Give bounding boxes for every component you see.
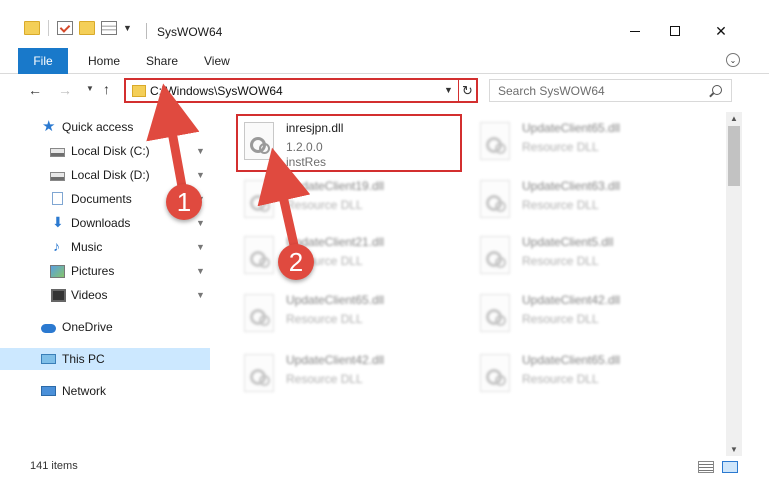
dll-file-icon (480, 122, 510, 160)
file-item[interactable]: UpdateClient42.dll Resource DLL (238, 346, 466, 402)
address-path[interactable]: C:\Windows\SysWOW64 (150, 84, 283, 98)
drive-icon (50, 148, 65, 157)
sidebar-item-local-disk-d[interactable]: Local Disk (D:) ▼ (0, 164, 210, 186)
customize-list-icon[interactable] (101, 21, 117, 35)
tab-share[interactable]: Share (146, 54, 178, 68)
scroll-down-icon[interactable]: ▼ (730, 445, 738, 454)
maximize-button[interactable] (652, 14, 698, 48)
drive-icon (50, 172, 65, 181)
dll-file-icon (244, 180, 274, 218)
sidebar-item-pictures[interactable]: Pictures ▼ (0, 260, 210, 282)
recent-locations-chevron-icon[interactable]: ▼ (86, 84, 94, 93)
vertical-scrollbar[interactable]: ▲ ▼ (726, 112, 742, 456)
properties-check-icon[interactable] (57, 21, 73, 35)
file-item[interactable]: UpdateClient19.dll Resource DLL (238, 172, 466, 228)
forward-button[interactable]: → (58, 82, 72, 98)
folder-icon (132, 85, 146, 97)
pin-icon: ▼ (196, 146, 205, 156)
back-button[interactable]: ← (28, 82, 42, 98)
dll-file-icon (244, 122, 274, 160)
large-icons-view-icon[interactable] (722, 461, 738, 473)
file-item[interactable]: UpdateClient63.dll Resource DLL (474, 172, 702, 228)
up-button[interactable]: ↑ (103, 81, 110, 97)
search-placeholder: Search SysWOW64 (498, 84, 605, 98)
dll-file-icon (244, 294, 274, 332)
dll-file-icon (244, 236, 274, 274)
dll-file-icon (480, 236, 510, 274)
customize-toolbar-chevron-icon[interactable]: ▼ (123, 23, 132, 33)
sidebar-item-this-pc[interactable]: This PC (0, 348, 210, 370)
sidebar-item-network[interactable]: Network (0, 380, 210, 402)
download-icon: ⬇ (52, 214, 64, 230)
pin-icon: ▼ (196, 266, 205, 276)
address-bar[interactable]: C:\Windows\SysWOW64 ▼ ↻ (124, 78, 478, 103)
sidebar-item-onedrive[interactable]: OneDrive (0, 316, 210, 338)
new-folder-icon[interactable] (79, 21, 95, 35)
ribbon-expand-chevron-icon[interactable]: ⌄ (726, 53, 740, 67)
navigation-pane: ★ Quick access Local Disk (C:) ▼ Local D… (0, 112, 212, 452)
tab-home[interactable]: Home (88, 54, 120, 68)
onedrive-icon (41, 324, 56, 333)
window-title: SysWOW64 (157, 25, 223, 39)
search-icon (712, 85, 722, 95)
file-item[interactable]: UpdateClient65.dll Resource DLL (474, 346, 702, 402)
step-2-badge: 2 (278, 244, 314, 280)
dll-file-icon (244, 354, 274, 392)
file-item[interactable]: UpdateClient21.dll Resource DLL (238, 228, 466, 284)
pin-icon: ▼ (196, 170, 205, 180)
pin-icon: ▼ (196, 218, 205, 228)
ribbon-tabs: File Home Share View ⌄ (0, 48, 769, 74)
pictures-icon (50, 265, 65, 278)
scroll-thumb[interactable] (728, 126, 740, 186)
star-icon: ★ (42, 118, 56, 135)
sidebar-item-quick-access[interactable]: ★ Quick access (0, 116, 210, 138)
file-item[interactable]: UpdateClient42.dll Resource DLL (474, 286, 702, 342)
videos-icon (51, 289, 66, 302)
refresh-button[interactable]: ↻ (458, 80, 476, 101)
sidebar-item-local-disk-c[interactable]: Local Disk (C:) ▼ (0, 140, 210, 162)
pin-icon: ▼ (196, 290, 205, 300)
quick-access-toolbar: ▼ (24, 20, 132, 36)
documents-icon (52, 192, 63, 205)
tab-view[interactable]: View (204, 54, 230, 68)
folder-icon (24, 21, 40, 35)
item-count: 141 items (30, 460, 78, 472)
dll-file-icon (480, 354, 510, 392)
file-list: inresjpn.dll 1.2.0.0 instRes UpdateClien… (216, 112, 726, 452)
music-icon: ♪ (53, 238, 60, 254)
details-view-icon[interactable] (698, 461, 714, 473)
sidebar-item-music[interactable]: ♪ Music ▼ (0, 236, 210, 258)
close-icon: ✕ (715, 22, 727, 39)
search-input[interactable]: Search SysWOW64 (489, 79, 732, 102)
file-item[interactable]: UpdateClient65.dll Resource DLL (238, 286, 466, 342)
address-dropdown-chevron-icon[interactable]: ▼ (444, 85, 453, 95)
file-item[interactable]: UpdateClient65.dll Resource DLL (474, 114, 702, 170)
dll-file-icon (480, 294, 510, 332)
file-item[interactable]: UpdateClient5.dll Resource DLL (474, 228, 702, 284)
this-pc-icon (41, 354, 56, 364)
network-icon (41, 386, 56, 396)
status-bar: 141 items (0, 456, 769, 478)
title-bar: ▼ SysWOW64 ✕ (0, 0, 769, 48)
pin-icon: ▼ (196, 242, 205, 252)
close-button[interactable]: ✕ (698, 14, 744, 48)
file-item-inresjpn[interactable]: inresjpn.dll 1.2.0.0 instRes (238, 114, 466, 170)
tab-file[interactable]: File (18, 48, 68, 74)
maximize-icon (670, 26, 680, 36)
step-1-badge: 1 (166, 184, 202, 220)
scroll-up-icon[interactable]: ▲ (730, 114, 738, 123)
sidebar-item-videos[interactable]: Videos ▼ (0, 284, 210, 306)
minimize-icon (630, 30, 640, 32)
dll-file-icon (480, 180, 510, 218)
